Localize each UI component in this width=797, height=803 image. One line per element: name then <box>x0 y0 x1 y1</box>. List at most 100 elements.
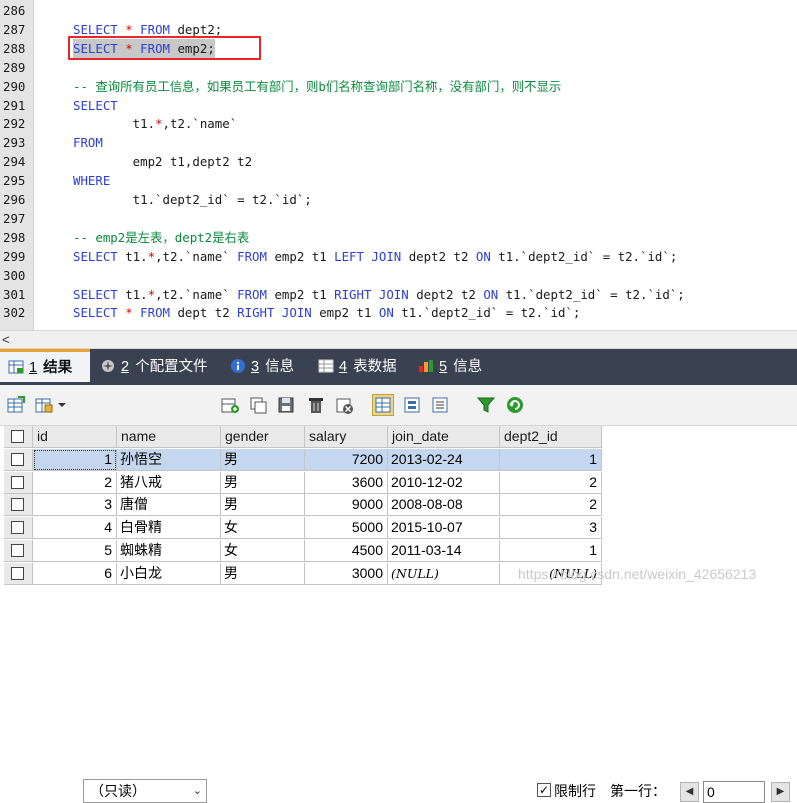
grid-cell-gender[interactable]: 女 <box>221 539 305 562</box>
code-line[interactable]: 297 <box>0 209 797 228</box>
clear-icon[interactable] <box>334 395 354 415</box>
grid-cell-name[interactable]: 白骨精 <box>117 517 221 540</box>
grid-cell-salary[interactable]: 3000 <box>305 562 388 585</box>
readonly-select[interactable]: （只读） ⌄ <box>83 779 207 803</box>
column-header-gender[interactable]: gender <box>221 426 305 448</box>
grid-cell-salary[interactable]: 9000 <box>305 494 388 517</box>
grid-cell-salary[interactable]: 4500 <box>305 539 388 562</box>
grid-cell-gender[interactable]: 女 <box>221 517 305 540</box>
code-line[interactable]: 298 -- emp2是左表，dept2是右表 <box>0 228 797 247</box>
code-line[interactable]: 295 WHERE <box>0 171 797 190</box>
grid-cell-id[interactable]: 1 <box>33 449 117 471</box>
text-view-icon[interactable] <box>430 395 450 415</box>
grid-cell-dept2_id[interactable]: 1 <box>500 539 602 562</box>
grid-view-icon[interactable] <box>372 394 394 416</box>
code-line[interactable]: 286 <box>0 1 797 20</box>
column-header-id[interactable]: id <box>33 426 117 448</box>
tab-5[interactable]: 5 信息 <box>410 349 500 385</box>
code-line[interactable]: 300 <box>0 266 797 285</box>
row-checkbox-cell[interactable] <box>4 539 33 562</box>
grid-cell-dept2_id[interactable]: 3 <box>500 517 602 540</box>
duplicate-row-icon[interactable] <box>248 395 268 415</box>
tab-3[interactable]: 3 信息 <box>222 349 308 385</box>
tab-1[interactable]: 1 结果 <box>0 349 90 382</box>
select-all-checkbox-cell[interactable] <box>4 426 33 448</box>
grid-cell-dept2_id[interactable]: 2 <box>500 494 602 517</box>
row-checkbox[interactable] <box>11 566 24 580</box>
delete-icon[interactable] <box>306 395 326 415</box>
code-line[interactable]: 293 FROM <box>0 133 797 152</box>
grid-cell-salary[interactable]: 5000 <box>305 517 388 540</box>
code-line[interactable]: 291 SELECT <box>0 96 797 115</box>
chevron-down-icon[interactable] <box>56 395 68 415</box>
grid-cell-join_date[interactable]: 2010-12-02 <box>388 471 500 494</box>
code-token: LEFT JOIN <box>334 248 402 264</box>
grid-cell-name[interactable]: 唐僧 <box>117 494 221 517</box>
grid-cell-salary[interactable]: 7200 <box>305 449 388 471</box>
row-checkbox[interactable] <box>11 521 24 535</box>
first-row-input[interactable]: 0 <box>703 781 765 803</box>
row-checkbox[interactable] <box>11 453 24 466</box>
code-line[interactable]: 301 SELECT t1.*,t2.`name` FROM emp2 t1 RI… <box>0 285 797 304</box>
row-checkbox-cell[interactable] <box>4 494 33 517</box>
line-number: 289 <box>3 59 26 75</box>
column-header-dept2_id[interactable]: dept2_id <box>500 426 602 448</box>
grid-cell-name[interactable]: 孙悟空 <box>117 449 221 471</box>
grid-cell-id[interactable]: 3 <box>33 494 117 517</box>
grid-cell-join_date[interactable]: 2013-02-24 <box>388 449 500 471</box>
grid-cell-gender[interactable]: 男 <box>221 471 305 494</box>
code-line[interactable]: 302 SELECT * FROM dept t2 RIGHT JOIN emp2… <box>0 303 797 322</box>
row-checkbox[interactable] <box>11 543 24 557</box>
grid-cell-dept2_id[interactable]: 1 <box>500 449 602 471</box>
grid-cell-name[interactable]: 猪八戒 <box>117 471 221 494</box>
grid-cell-id[interactable]: 4 <box>33 517 117 540</box>
tab-4[interactable]: 4 表数据 <box>310 349 408 385</box>
grid-cell-id[interactable]: 5 <box>33 539 117 562</box>
code-line[interactable]: 290 -- 查询所有员工信息，如果员工有部门，则b们名称查询部门名称，没有部门，… <box>0 77 797 96</box>
grid-cell-name[interactable]: 蜘蛛精 <box>117 539 221 562</box>
export-grid-icon[interactable] <box>6 395 26 415</box>
row-checkbox-cell[interactable] <box>4 517 33 540</box>
grid-cell-id[interactable]: 2 <box>33 471 117 494</box>
tab-label: 结果 <box>39 360 73 376</box>
grid-cell-join_date[interactable]: (NULL) <box>388 562 500 585</box>
row-checkbox[interactable] <box>11 475 24 489</box>
column-header-salary[interactable]: salary <box>305 426 388 448</box>
row-checkbox-cell[interactable] <box>4 449 33 471</box>
code-line[interactable]: 294 emp2 t1,dept2 t2 <box>0 152 797 171</box>
row-checkbox[interactable] <box>11 498 24 512</box>
row-checkbox-cell[interactable] <box>4 562 33 585</box>
column-header-join_date[interactable]: join_date <box>388 426 500 448</box>
grid-cell-dept2_id[interactable]: 2 <box>500 471 602 494</box>
select-all-checkbox[interactable] <box>11 430 24 443</box>
code-line[interactable]: 299 SELECT t1.*,t2.`name` FROM emp2 t1 LE… <box>0 247 797 266</box>
import-grid-icon[interactable] <box>34 395 54 415</box>
code-line[interactable]: 289 <box>0 58 797 77</box>
grid-cell-name[interactable]: 小白龙 <box>117 562 221 585</box>
row-checkbox-cell[interactable] <box>4 471 33 494</box>
column-header-name[interactable]: name <box>117 426 221 448</box>
grid-cell-id[interactable]: 6 <box>33 562 117 585</box>
scroll-left-arrow[interactable]: < <box>2 331 10 348</box>
grid-cell-gender[interactable]: 男 <box>221 449 305 471</box>
next-page-button[interactable]: ▶ <box>771 782 790 802</box>
code-line[interactable]: 292 t1.*,t2.`name` <box>0 114 797 133</box>
sql-editor[interactable]: 286 287 SELECT * FROM dept2; 288 SELECT * FR… <box>0 0 797 330</box>
save-icon[interactable] <box>276 395 296 415</box>
grid-cell-gender[interactable]: 男 <box>221 562 305 585</box>
grid-cell-salary[interactable]: 3600 <box>305 471 388 494</box>
code-line[interactable]: 296 t1.`dept2_id` = t2.`id`; <box>0 190 797 209</box>
form-view-icon[interactable] <box>402 395 422 415</box>
tab-2[interactable]: 2 个配置文件 <box>92 349 220 385</box>
line-number: 299 <box>3 248 26 264</box>
refresh-icon[interactable] <box>505 395 525 415</box>
grid-cell-join_date[interactable]: 2008-08-08 <box>388 494 500 517</box>
grid-cell-join_date[interactable]: 2015-10-07 <box>388 517 500 540</box>
prev-page-button[interactable]: ◀ <box>680 782 699 802</box>
filter-icon[interactable] <box>476 395 496 415</box>
horizontal-scrollbar[interactable]: < <box>0 330 797 349</box>
grid-cell-gender[interactable]: 男 <box>221 494 305 517</box>
limit-rows-checkbox[interactable]: ✓ <box>537 783 551 797</box>
insert-row-icon[interactable] <box>220 395 240 415</box>
grid-cell-join_date[interactable]: 2011-03-14 <box>388 539 500 562</box>
